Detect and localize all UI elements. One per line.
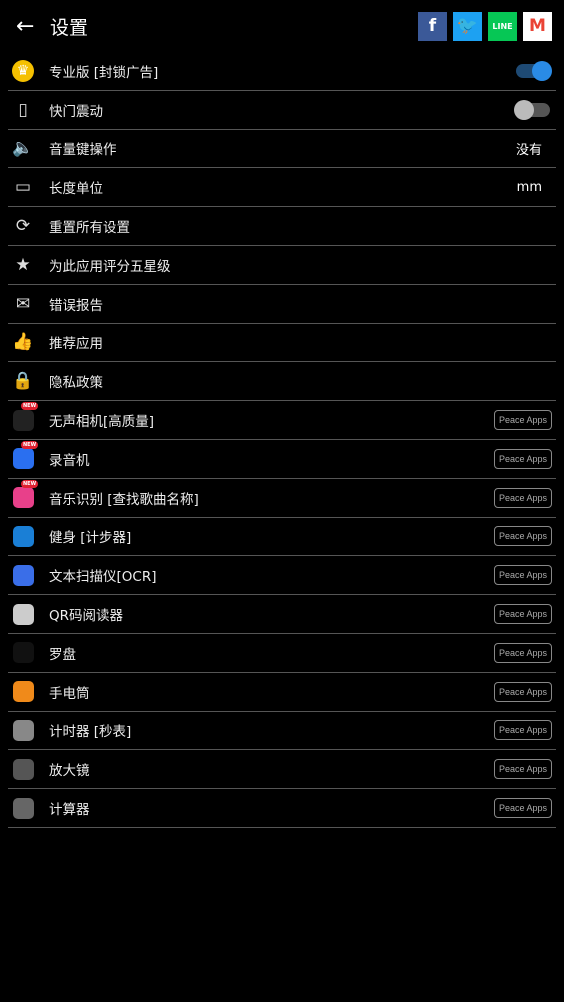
app-icon [12,681,34,703]
setting-value: mm [516,179,542,195]
app-row[interactable]: 文本扫描仪[OCR] Peace Apps [8,556,556,596]
setting-label: 快门震动 [49,103,103,120]
app-label: QR码阅读器 [49,608,124,625]
app-label: 计算器 [49,802,90,819]
publisher-button[interactable]: Peace Apps [493,565,552,586]
star-icon: ★ [15,254,31,275]
setting-label: 专业版 [封锁广告] [49,64,159,81]
publisher-button[interactable]: Peace Apps [493,759,552,780]
app-row[interactable]: NEW 音乐识别 [查找歌曲名称] Peace Apps [8,479,556,518]
reset-icon: ⟳ [15,216,31,237]
setting-label: 长度单位 [49,181,103,198]
thumbs-up-icon: 👍 [12,332,34,353]
settings-list: ♛ 专业版 [封锁广告] ▯ 快门震动 🔈 音量键操作 没有 ▭ 长度单位 mm ⟳ 重置所有设置 ★ 为… [8,52,556,828]
app-label: 罗盘 [49,646,76,663]
header: ← 设置 f 🐦 LINE M [0,0,564,52]
setting-label: 为此应用评分五星级 [49,258,171,275]
arrow-left-icon[interactable]: ← [16,14,40,39]
publisher-button[interactable]: Peace Apps [493,487,552,508]
publisher-button[interactable]: Peace Apps [493,448,552,469]
setting-label: 隐私政策 [49,375,103,392]
app-row[interactable]: 健身 [计步器] Peace Apps [8,518,556,557]
app-row[interactable]: 手电筒 Peace Apps [8,673,556,712]
app-icon [12,642,34,664]
social-share: f 🐦 LINE M [418,11,552,41]
app-icon: NEW [12,402,39,431]
setting-label: 推荐应用 [49,336,103,353]
app-icon [12,525,34,547]
page-title: 设置 [50,16,89,39]
app-icon [12,758,34,780]
new-badge: NEW [21,402,39,411]
app-label: 文本扫描仪[OCR] [49,569,157,586]
app-row[interactable]: 罗盘 Peace Apps [8,634,556,673]
app-row[interactable]: 计时器 [秒表] Peace Apps [8,712,556,751]
setting-label: 错误报告 [49,297,103,314]
app-label: 健身 [计步器] [49,530,132,547]
line-icon[interactable]: LINE [488,11,517,41]
crown-icon: ♛ [12,59,34,82]
setting-value: 没有 [515,142,542,158]
setting-row[interactable]: 🔒 隐私政策 [8,362,556,402]
publisher-button[interactable]: Peace Apps [493,798,552,819]
twitter-icon[interactable]: 🐦 [453,11,482,41]
ruler-icon: ▭ [14,177,32,198]
lock-icon: 🔒 [12,371,34,392]
app-label: 放大镜 [49,763,90,780]
setting-row[interactable]: ✉ 错误报告 [8,285,556,324]
publisher-button[interactable]: Peace Apps [493,681,552,702]
publisher-button[interactable]: Peace Apps [493,720,552,741]
facebook-icon[interactable]: f [418,11,447,41]
app-icon: NEW [12,479,39,509]
toggle-switch[interactable] [514,99,550,120]
app-row[interactable]: 计算器 Peace Apps [8,789,556,828]
app-row[interactable]: 放大镜 Peace Apps [8,750,556,790]
app-label: 无声相机[高质量] [49,414,155,431]
setting-row[interactable]: ♛ 专业版 [封锁广告] [8,52,556,91]
app-row[interactable]: NEW 无声相机[高质量] Peace Apps [8,401,556,440]
setting-row[interactable]: ★ 为此应用评分五星级 [8,246,556,285]
app-label: 录音机 [49,452,90,469]
app-icon: NEW [12,440,39,470]
setting-label: 音量键操作 [49,142,117,159]
publisher-button[interactable]: Peace Apps [493,604,552,625]
volume-icon: 🔈 [12,138,34,159]
app-icon [12,564,34,586]
app-label: 手电筒 [49,685,90,702]
new-badge: NEW [21,440,39,449]
setting-row[interactable]: ▭ 长度单位 mm [8,168,556,208]
gmail-icon[interactable]: M [523,11,552,41]
setting-row[interactable]: ▯ 快门震动 [8,91,556,130]
publisher-button[interactable]: Peace Apps [493,642,552,663]
app-row[interactable]: NEW 录音机 Peace Apps [8,440,556,479]
toggle-switch[interactable] [516,60,552,81]
setting-label: 重置所有设置 [49,220,130,237]
app-row[interactable]: QR码阅读器 Peace Apps [8,595,556,634]
setting-row[interactable]: ⟳ 重置所有设置 [8,207,556,246]
vibrate-icon: ▯ [18,99,28,120]
app-icon [12,719,34,741]
mail-icon: ✉ [15,293,31,314]
new-badge: NEW [21,479,39,488]
app-label: 音乐识别 [查找歌曲名称] [49,491,199,508]
publisher-button[interactable]: Peace Apps [493,526,552,547]
publisher-button[interactable]: Peace Apps [493,410,552,431]
app-label: 计时器 [秒表] [49,724,132,741]
app-icon [12,797,34,819]
setting-row[interactable]: 👍 推荐应用 [8,324,556,363]
app-icon [12,603,34,625]
setting-row[interactable]: 🔈 音量键操作 没有 [8,130,556,169]
